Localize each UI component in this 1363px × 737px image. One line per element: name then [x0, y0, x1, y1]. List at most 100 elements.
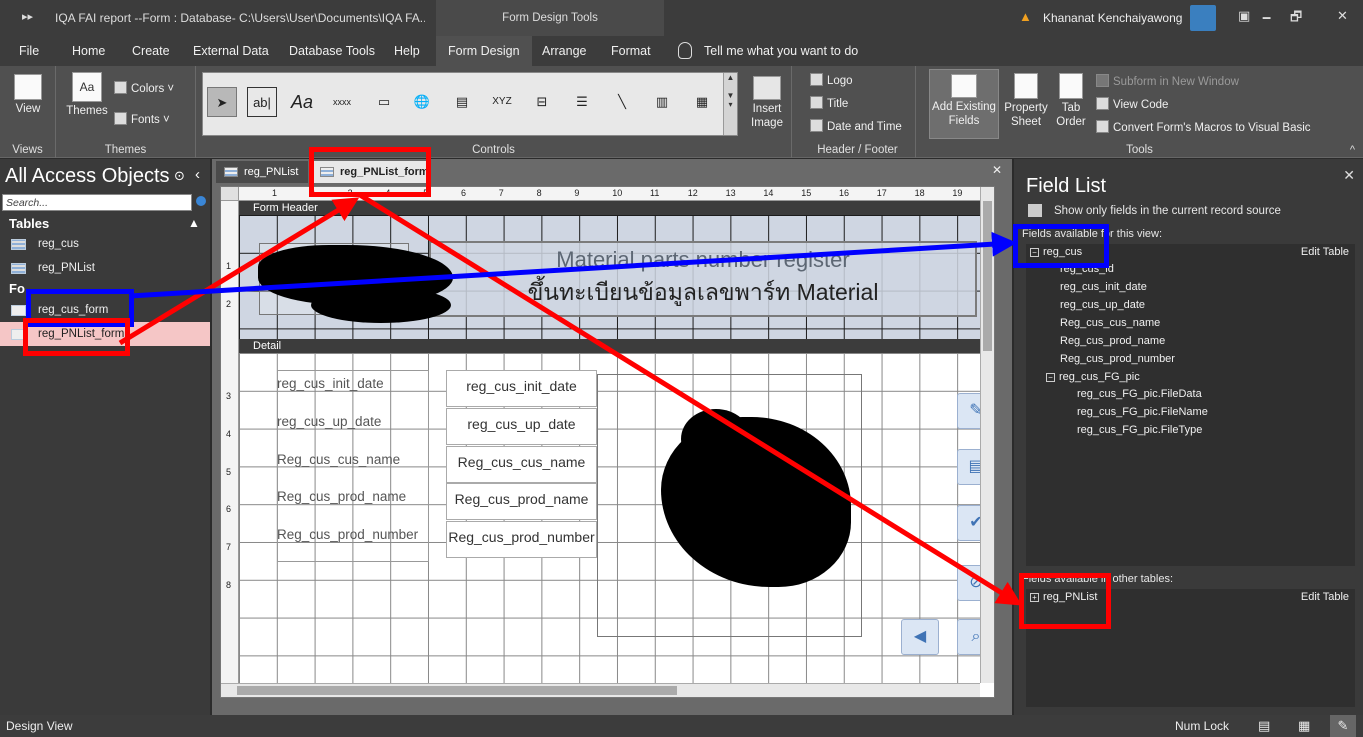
textbox-init-date[interactable]: reg_cus_init_date: [446, 370, 597, 407]
collapse-node-icon[interactable]: −: [1046, 373, 1055, 382]
textbox-up-date[interactable]: reg_cus_up_date: [446, 408, 597, 445]
colors-button[interactable]: Colors ˅: [114, 81, 174, 95]
textbox-prod-number[interactable]: Reg_cus_prod_number: [446, 521, 597, 558]
tab-order-button[interactable]: Tab Order: [1052, 73, 1090, 129]
warning-icon[interactable]: ▲: [1019, 9, 1032, 24]
shutter-bar-icon[interactable]: ‹: [195, 166, 200, 183]
subfield-item[interactable]: reg_cus_FG_pic.FileData: [1077, 388, 1202, 400]
button-control[interactable]: xxxx: [327, 87, 357, 117]
show-only-fields-link[interactable]: Show only fields in the current record s…: [1054, 205, 1281, 217]
themes-label: Themes: [66, 105, 108, 117]
nav-search-input[interactable]: Search...: [2, 194, 192, 211]
toggle-button-icon[interactable]: ▥: [647, 87, 677, 117]
tell-me-search[interactable]: Tell me what you want to do: [704, 36, 858, 66]
vertical-scroll-thumb[interactable]: [983, 201, 992, 351]
ruler-tick-label: 4: [226, 428, 232, 439]
tab-format[interactable]: Format: [611, 36, 651, 66]
tab-control-icon[interactable]: ▭: [369, 87, 399, 117]
themes-button[interactable]: Aa Themes: [62, 72, 112, 118]
subform-new-window-button[interactable]: Subform in New Window: [1096, 74, 1239, 88]
label-up-date[interactable]: reg_cus_up_date: [277, 414, 381, 429]
hyperlink-icon[interactable]: 🌐: [407, 87, 437, 117]
fonts-button[interactable]: Fonts ˅: [114, 112, 170, 126]
form-selector[interactable]: [221, 187, 239, 201]
logo-button[interactable]: Logo: [810, 73, 853, 87]
layout-view-icon[interactable]: ▦: [1298, 715, 1310, 737]
label-init-date[interactable]: reg_cus_init_date: [277, 376, 384, 391]
label-control[interactable]: Aa: [287, 87, 317, 117]
horizontal-scroll-thumb[interactable]: [237, 686, 677, 695]
field-item-attachment[interactable]: − reg_cus_FG_pic: [1046, 371, 1140, 383]
view-code-button[interactable]: View Code: [1096, 97, 1168, 111]
form-title-box[interactable]: Material parts number register ขึ้นทะเบี…: [429, 241, 977, 317]
filter-icon[interactable]: [1028, 204, 1042, 217]
line-icon[interactable]: ╲: [607, 87, 637, 117]
design-view-icon[interactable]: ✎: [1330, 715, 1356, 737]
label-prod-name[interactable]: Reg_cus_prod_name: [277, 489, 406, 504]
close-document-icon[interactable]: ✕: [992, 163, 1002, 177]
combo-box-icon[interactable]: ☰: [567, 87, 597, 117]
add-existing-fields-button[interactable]: Add Existing Fields: [929, 69, 999, 139]
label-cus-name[interactable]: Reg_cus_cus_name: [277, 452, 400, 467]
textbox-prod-name[interactable]: Reg_cus_prod_name: [446, 483, 597, 520]
field-item[interactable]: Reg_cus_cus_name: [1060, 317, 1160, 329]
vertical-scrollbar[interactable]: [980, 187, 994, 683]
insert-image-button[interactable]: Insert Image: [742, 76, 792, 130]
tab-order-label: Tab Order: [1056, 102, 1086, 128]
nav-item-reg-cus[interactable]: reg_cus: [0, 232, 210, 256]
form-view-icon[interactable]: ▤: [1258, 715, 1270, 737]
close-icon[interactable]: ✕: [1343, 167, 1355, 184]
date-time-button[interactable]: Date and Time: [810, 119, 902, 133]
tab-file[interactable]: File: [19, 36, 39, 66]
collapse-category-icon[interactable]: ▲: [188, 216, 200, 230]
form-design-surface[interactable]: 1234567891011121314151617181920 12345678…: [220, 186, 995, 698]
text-box-control[interactable]: ab|: [247, 87, 277, 117]
collapse-ribbon-icon[interactable]: ^: [1350, 144, 1355, 156]
field-item[interactable]: reg_cus_up_date: [1060, 299, 1145, 311]
property-sheet-button[interactable]: Property Sheet: [1002, 73, 1050, 129]
field-item[interactable]: Reg_cus_prod_number: [1060, 353, 1175, 365]
field-item[interactable]: Reg_cus_prod_name: [1060, 335, 1165, 347]
textbox-cus-name[interactable]: Reg_cus_cus_name: [446, 446, 597, 483]
doc-tab-reg-pnlist[interactable]: reg_PNList: [216, 161, 308, 183]
tab-create[interactable]: Create: [132, 36, 170, 66]
option-group-control[interactable]: XYZ: [487, 87, 517, 117]
nav-pane-title[interactable]: All Access Objects: [5, 165, 170, 188]
edit-table-link[interactable]: Edit Table: [1301, 591, 1349, 603]
tab-form-design[interactable]: Form Design: [436, 36, 532, 66]
nav-category-tables[interactable]: Tables: [9, 216, 49, 231]
horizontal-scrollbar[interactable]: [221, 683, 980, 697]
quick-access-toolbar[interactable]: ▸▸: [22, 10, 33, 23]
detail-section-bar[interactable]: Detail: [239, 339, 994, 353]
form-header-section-bar[interactable]: Form Header: [239, 201, 994, 215]
subfield-item[interactable]: reg_cus_FG_pic.FileName: [1077, 406, 1208, 418]
field-item[interactable]: reg_cus_init_date: [1060, 281, 1147, 293]
close-icon[interactable]: ✕: [1337, 8, 1348, 24]
edit-table-link[interactable]: Edit Table: [1301, 246, 1349, 258]
user-name[interactable]: Khananat Kenchaiyawong: [1043, 11, 1182, 25]
restore-icon[interactable]: 🗗: [1290, 8, 1302, 30]
convert-macros-button[interactable]: Convert Form's Macros to Visual Basic: [1096, 120, 1311, 134]
web-browser-control-icon[interactable]: ▤: [447, 87, 477, 117]
avatar[interactable]: [1190, 5, 1216, 31]
ribbon-display-options-icon[interactable]: ▣: [1238, 8, 1250, 24]
label-prod-number[interactable]: Reg_cus_prod_number: [277, 527, 418, 542]
gallery-scrollbar[interactable]: ▲ ▼ ▾: [723, 73, 737, 135]
title-button[interactable]: Title: [810, 96, 848, 110]
previous-record-icon[interactable]: ◀: [901, 619, 939, 655]
nav-item-reg-pnlist[interactable]: reg_PNList: [0, 256, 210, 280]
tab-database-tools[interactable]: Database Tools: [289, 36, 375, 66]
nav-dropdown-icon[interactable]: ⊙: [174, 168, 185, 184]
list-box-icon[interactable]: ▦: [687, 87, 717, 117]
nav-category-forms[interactable]: Fo: [9, 281, 25, 296]
tab-help[interactable]: Help: [394, 36, 420, 66]
tab-home[interactable]: Home: [72, 36, 105, 66]
tab-external-data[interactable]: External Data: [193, 36, 269, 66]
tab-arrange[interactable]: Arrange: [542, 36, 586, 66]
page-break-icon[interactable]: ⊟: [527, 87, 557, 117]
select-pointer-icon[interactable]: ➤: [207, 87, 237, 117]
search-icon[interactable]: [196, 196, 206, 206]
view-button[interactable]: View: [8, 74, 48, 116]
subfield-item[interactable]: reg_cus_FG_pic.FileType: [1077, 424, 1202, 436]
minimize-icon[interactable]: 🗕: [1262, 8, 1271, 30]
